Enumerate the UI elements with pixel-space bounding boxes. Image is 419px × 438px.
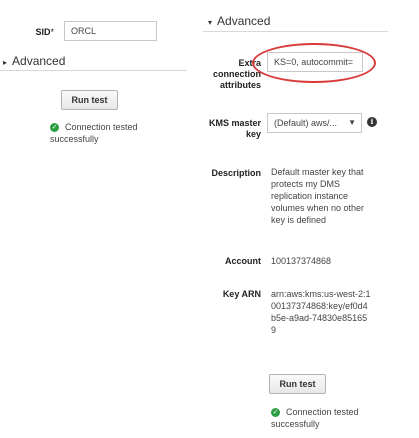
key-arn-value: arn:aws:kms:us-west-2:100137374868:key/e… <box>271 289 371 335</box>
left-panel: SID* ORCL ▸ Advanced Run test ✓ Connection… <box>0 0 195 438</box>
dropdown-arrow-icon: ▼ <box>348 118 356 127</box>
advanced-divider-left <box>0 70 187 71</box>
account-label: Account <box>225 256 261 266</box>
account-value: 100137374868 <box>271 256 332 266</box>
description-text: Default master key that protects my DMS … <box>271 167 365 225</box>
info-icon[interactable]: i <box>367 117 377 127</box>
advanced-section-header-right[interactable]: ▾ Advanced <box>208 14 270 30</box>
advanced-section-header-left[interactable]: ▸ Advanced <box>3 54 65 70</box>
kms-master-key-select[interactable]: (Default) aws/... ▼ <box>267 113 362 133</box>
connection-status-left: ✓ Connection tested successfully <box>50 122 138 144</box>
connection-status-right: ✓ Connection tested successfully <box>271 407 359 429</box>
highlight-ring <box>252 43 376 83</box>
description-label: Description <box>211 168 261 178</box>
run-test-button-right[interactable]: Run test <box>269 374 326 394</box>
key-arn-label: Key ARN <box>222 289 261 299</box>
success-check-icon: ✓ <box>50 123 59 133</box>
caret-right-icon: ▸ <box>3 58 8 67</box>
kms-master-key-label: KMS master key <box>208 118 261 139</box>
caret-down-icon: ▾ <box>208 18 213 27</box>
sid-input[interactable]: ORCL <box>64 21 157 41</box>
sid-label: SID* <box>35 27 54 37</box>
advanced-divider-right <box>203 31 388 32</box>
run-test-button-left[interactable]: Run test <box>61 90 118 110</box>
right-panel: ▾ Advanced Extra connection attributes KS… <box>203 0 419 438</box>
success-check-icon: ✓ <box>271 408 280 418</box>
